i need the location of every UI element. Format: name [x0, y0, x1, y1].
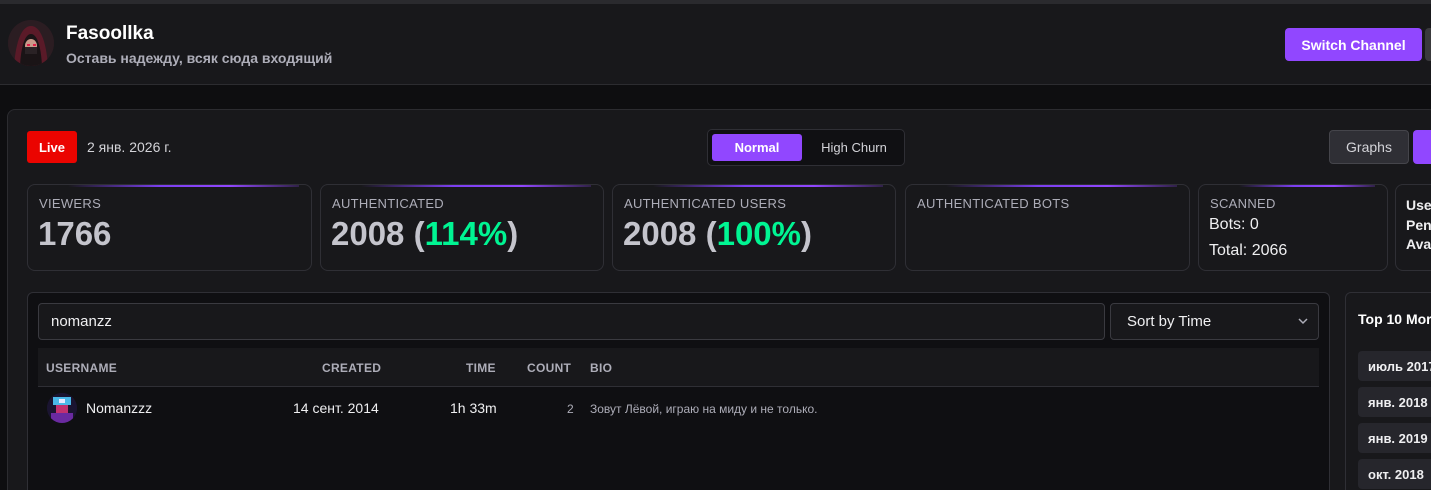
- column-time[interactable]: TIME: [466, 361, 496, 375]
- user-avatar: [47, 393, 77, 423]
- partial-line-1: Use: [1406, 197, 1431, 213]
- authenticated-users-percent: 100%: [716, 215, 801, 252]
- toolbar-purple-button[interactable]: [1413, 130, 1431, 164]
- column-bio[interactable]: BIO: [590, 361, 612, 375]
- mode-high-churn-tab[interactable]: High Churn: [808, 134, 900, 161]
- top-months-title: Top 10 Mor: [1358, 311, 1431, 327]
- partial-line-3: Ava: [1406, 236, 1431, 252]
- mode-normal-tab[interactable]: Normal: [712, 134, 802, 161]
- row-count: 2: [567, 402, 574, 416]
- chevron-down-icon: [1298, 316, 1308, 329]
- channel-name: Fasoollka: [66, 23, 154, 44]
- authenticated-value: 2008 (114%): [331, 215, 519, 252]
- column-created[interactable]: CREATED: [322, 361, 381, 375]
- authenticated-card: AUTHENTICATED 2008 (114%): [320, 184, 604, 271]
- authenticated-users-card: AUTHENTICATED USERS 2008 (100%): [612, 184, 896, 271]
- header-extra-button[interactable]: [1425, 28, 1431, 61]
- column-count[interactable]: COUNT: [527, 361, 571, 375]
- authenticated-users-label: AUTHENTICATED USERS: [624, 196, 787, 211]
- mode-toggle: Normal High Churn: [707, 129, 905, 166]
- table-header: USERNAME CREATED TIME COUNT BIO: [38, 348, 1319, 387]
- live-badge: Live: [27, 131, 77, 163]
- switch-channel-button[interactable]: Switch Channel: [1285, 28, 1422, 61]
- graphs-button[interactable]: Graphs: [1329, 130, 1409, 164]
- channel-avatar: [8, 20, 54, 66]
- authenticated-count: 2008: [331, 215, 405, 252]
- authenticated-users-value: 2008 (100%): [623, 215, 812, 252]
- column-username[interactable]: USERNAME: [46, 361, 117, 375]
- sort-selected-value: Sort by Time: [1127, 313, 1212, 330]
- channel-description: Оставь надежду, всяк сюда входящий: [66, 50, 333, 66]
- top-months-item[interactable]: окт. 2018: [1358, 459, 1431, 489]
- authenticated-users-count: 2008: [623, 215, 697, 252]
- partial-line-2: Pen: [1406, 217, 1431, 233]
- authenticated-bots-label: AUTHENTICATED BOTS: [917, 196, 1070, 211]
- authenticated-label: AUTHENTICATED: [332, 196, 444, 211]
- sort-select[interactable]: Sort by Time: [1110, 303, 1319, 340]
- row-bio: Зовут Лёвой, играю на миду и не только.: [590, 402, 818, 416]
- top-months-item[interactable]: июль 2017: [1358, 351, 1431, 381]
- authenticated-bots-card: AUTHENTICATED BOTS: [905, 184, 1190, 271]
- scanned-label: SCANNED: [1210, 196, 1276, 211]
- viewers-value: 1766: [38, 215, 112, 252]
- row-username[interactable]: Nomanzzz: [86, 400, 152, 416]
- channel-header: Fasoollka Оставь надежду, всяк сюда вход…: [0, 4, 1431, 85]
- scanned-card: SCANNED Bots: 0 Total: 2066: [1198, 184, 1388, 271]
- stream-date: 2 янв. 2026 г.: [87, 139, 172, 155]
- viewers-label: VIEWERS: [39, 196, 102, 211]
- viewers-card: VIEWERS 1766: [27, 184, 312, 271]
- top-months-item[interactable]: янв. 2019: [1358, 423, 1431, 453]
- authenticated-percent: 114%: [424, 215, 508, 252]
- scanned-total: Total: 2066: [1209, 242, 1288, 259]
- scanned-bots: Bots: 0: [1209, 216, 1259, 233]
- row-time: 1h 33m: [450, 400, 497, 416]
- top-months-item[interactable]: янв. 2018: [1358, 387, 1431, 417]
- table-row[interactable]: Nomanzzz 14 сент. 2014 1h 33m 2 Зовут Лё…: [38, 388, 1319, 428]
- users-card-partial: Use Pen Ava: [1395, 184, 1431, 271]
- search-input[interactable]: [38, 303, 1105, 340]
- row-created: 14 сент. 2014: [293, 400, 379, 416]
